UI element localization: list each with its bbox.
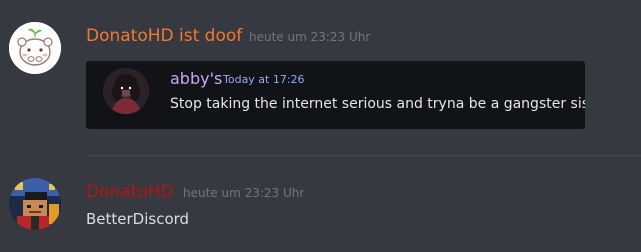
avatar[interactable] (9, 178, 61, 230)
message-author[interactable]: DonatoHD ist doof (86, 24, 242, 48)
message-group-divider (86, 155, 641, 156)
message-content: BetterDiscord (86, 210, 190, 228)
attachment-image[interactable]: abby's Today at 17:26 Stop taking the in… (86, 61, 585, 129)
profile-photo-icon (103, 68, 149, 114)
message-author[interactable]: DonatoHD (86, 180, 174, 204)
quoted-author: abby's (170, 69, 223, 88)
message-timestamp: heute um 23:23 Uhr (249, 30, 371, 44)
chat-messages: DonatoHD ist doof heute um 23:23 Uhr abb… (0, 0, 641, 252)
bear-mascot-icon (9, 22, 61, 74)
quoted-timestamp: Today at 17:26 (223, 73, 305, 86)
quoted-avatar (103, 68, 149, 114)
avatar[interactable] (9, 22, 61, 74)
quoted-text: Stop taking the internet serious and try… (170, 96, 585, 112)
message-timestamp: heute um 23:23 Uhr (183, 186, 305, 200)
blocky-character-icon (9, 178, 61, 230)
